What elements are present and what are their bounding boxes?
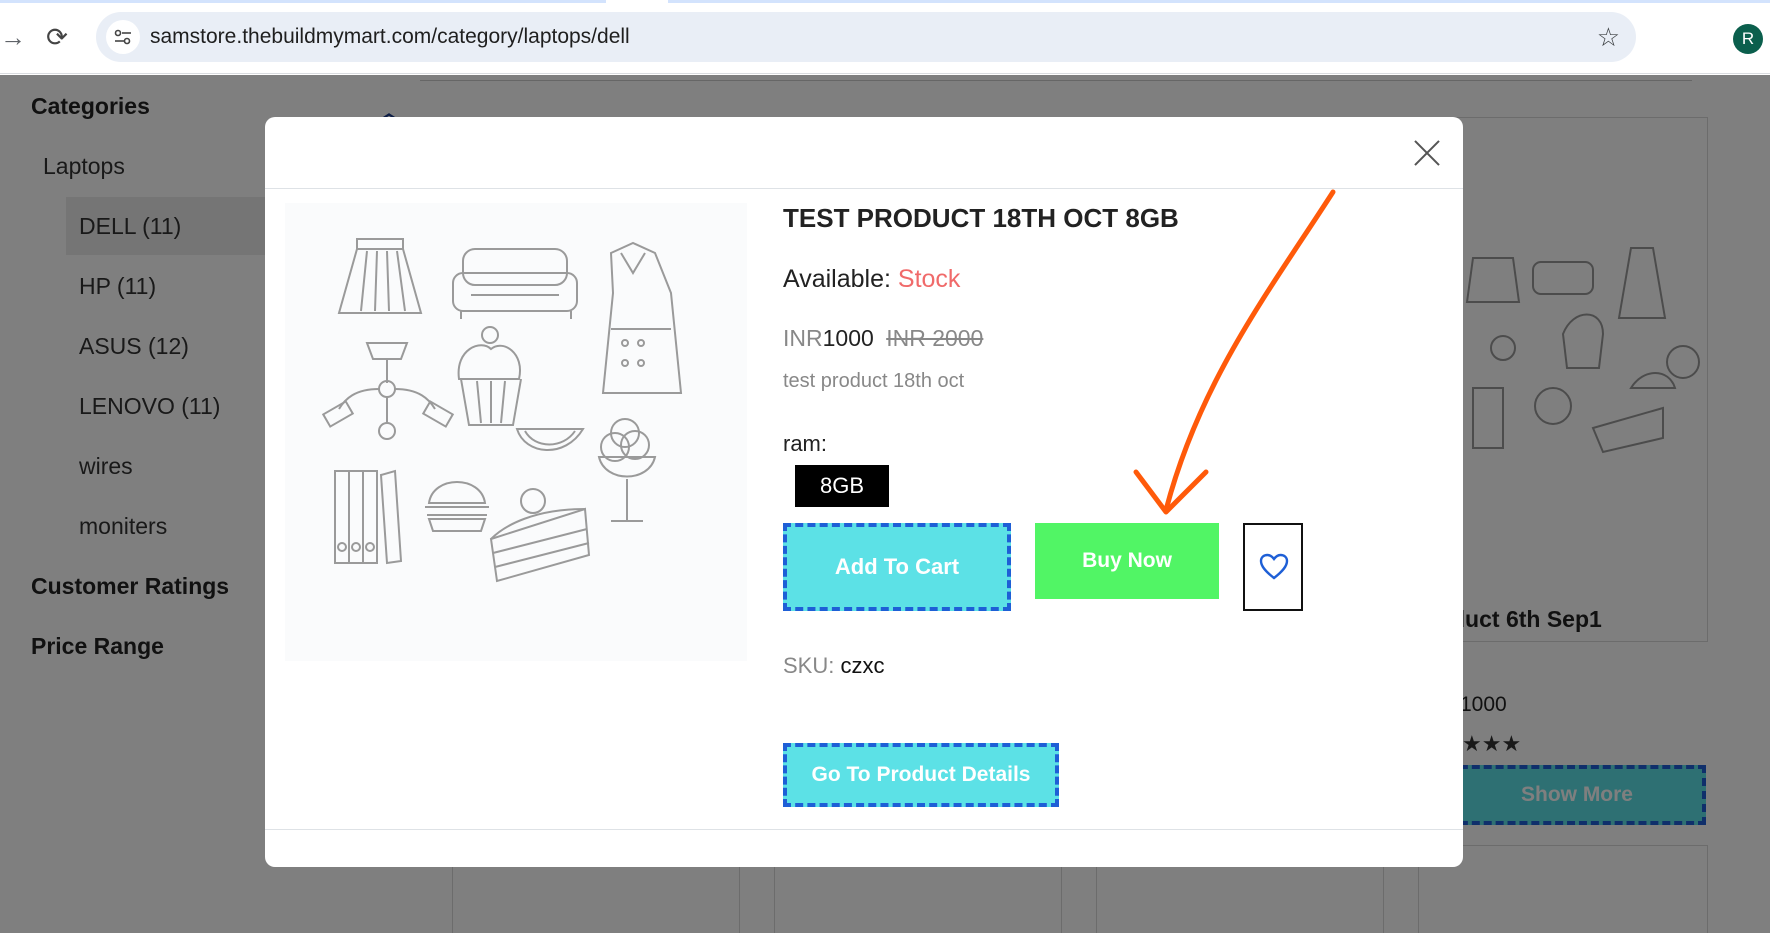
- go-to-product-details-button[interactable]: Go To Product Details: [783, 743, 1059, 807]
- buy-now-button[interactable]: Buy Now: [1035, 523, 1219, 599]
- product-description: test product 18th oct: [783, 370, 965, 392]
- heart-icon: [1259, 553, 1289, 580]
- bookmark-star-icon[interactable]: ☆: [1597, 23, 1620, 51]
- close-icon[interactable]: [1409, 135, 1445, 171]
- profile-avatar[interactable]: R: [1733, 24, 1763, 54]
- forward-icon[interactable]: →: [0, 24, 26, 50]
- product-price: INR1000 INR 2000: [783, 325, 983, 352]
- variant-option-8gb[interactable]: 8GB: [795, 465, 889, 507]
- url-text[interactable]: samstore.thebuildmymart.com/category/lap…: [150, 25, 630, 49]
- product-image: [285, 203, 747, 661]
- browser-toolbar: → ⟳ samstore.thebuildmymart.com/category…: [0, 0, 1770, 74]
- sku: SKU: czxc: [783, 653, 884, 679]
- original-price: INR 2000: [886, 325, 984, 351]
- price-currency: INR: [783, 325, 823, 351]
- quick-view-modal: TEST PRODUCT 18TH OCT 8GB Available: Sto…: [265, 117, 1463, 867]
- availability-label: Available:: [783, 265, 891, 293]
- reload-icon[interactable]: ⟳: [42, 22, 72, 52]
- add-to-cart-button[interactable]: Add To Cart: [783, 523, 1011, 611]
- stock-status: Stock: [897, 265, 961, 293]
- availability: Available: Stock: [783, 265, 960, 294]
- price-value: 1000: [822, 325, 874, 351]
- sku-value: czxc: [840, 653, 885, 678]
- address-bar[interactable]: samstore.thebuildmymart.com/category/lap…: [96, 12, 1636, 62]
- variant-label: ram:: [783, 431, 827, 456]
- wishlist-button[interactable]: [1243, 523, 1303, 611]
- modal-footer-divider: [265, 829, 1463, 830]
- product-title: TEST PRODUCT 18TH OCT 8GB: [783, 203, 1179, 233]
- site-info-icon[interactable]: [106, 20, 140, 54]
- modal-header: [265, 117, 1463, 189]
- sku-label: SKU:: [783, 653, 835, 678]
- tab-strip-edge: [0, 0, 1770, 3]
